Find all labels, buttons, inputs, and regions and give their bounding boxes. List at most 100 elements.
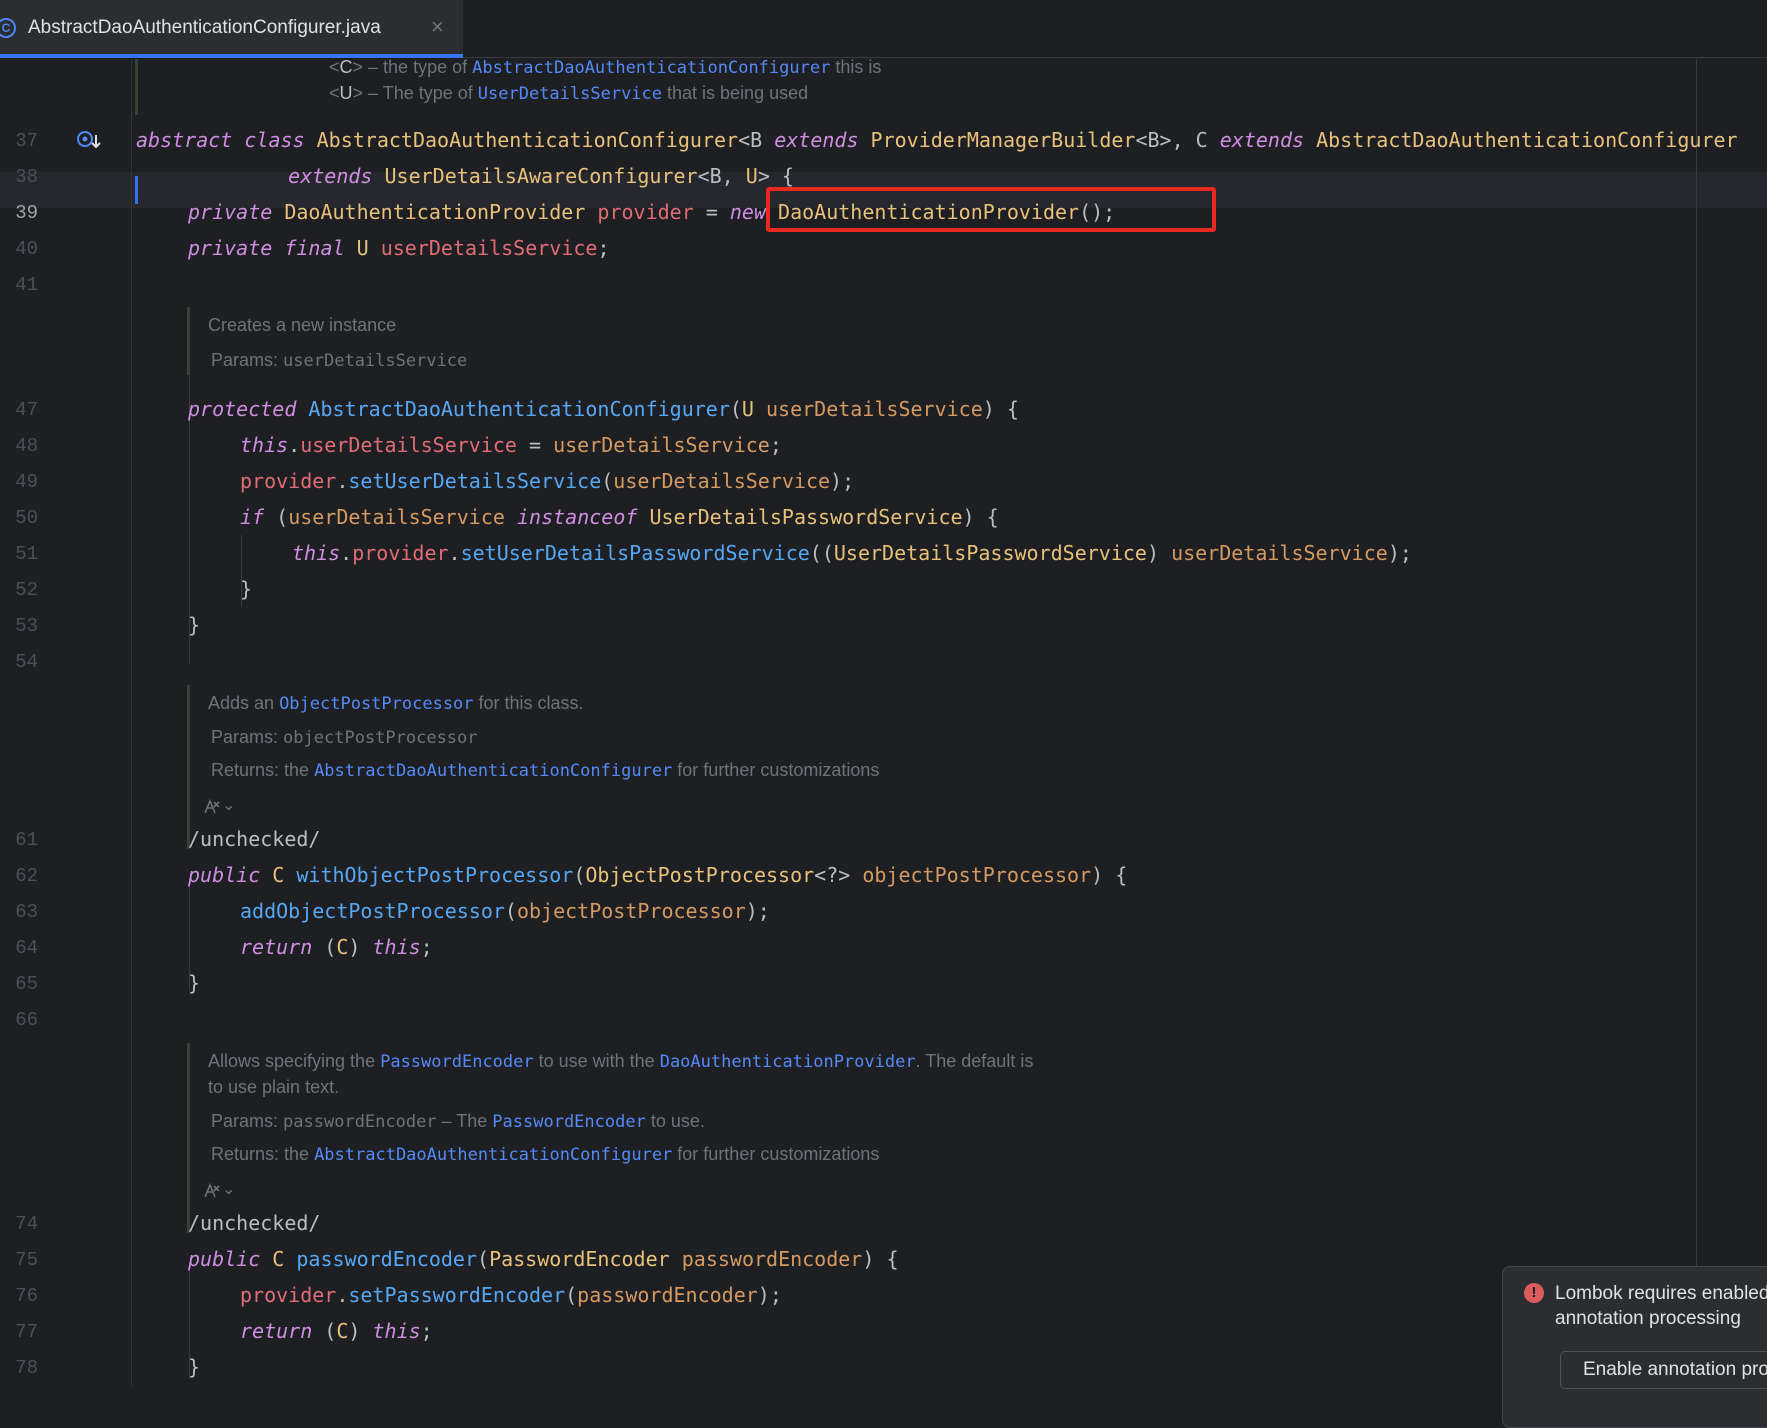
enable-annotation-processing-button[interactable]: Enable annotation processing	[1560, 1351, 1767, 1389]
code-token: (	[312, 935, 337, 959]
line-number: 61	[15, 829, 38, 851]
code-token: passwordEncoder	[681, 1247, 863, 1271]
editor-tab-bar: C AbstractDaoAuthenticationConfigurer.ja…	[0, 0, 1767, 58]
code-token: <B	[738, 128, 775, 152]
code-token: C	[336, 935, 349, 959]
code-line-77: return (C) this;	[240, 1319, 433, 1343]
code-token: ) {	[982, 397, 1019, 421]
code-line-65: }	[188, 971, 200, 995]
code-token: abstract	[136, 128, 233, 152]
code-token: private	[188, 200, 273, 224]
doc-link[interactable]: AbstractDaoAuthenticationConfigurer	[314, 1145, 672, 1165]
code-token: provider	[240, 1283, 337, 1307]
code-line-62: public C withObjectPostProcessor(ObjectP…	[188, 863, 1127, 887]
line-number: 76	[15, 1285, 38, 1307]
code-token: .	[336, 469, 349, 493]
tab-close-icon[interactable]: ×	[431, 14, 444, 40]
code-token: C	[272, 863, 285, 887]
line-number: 48	[15, 435, 38, 457]
line-number: 40	[15, 238, 38, 260]
code-token: public	[188, 863, 261, 887]
code-token: }	[240, 577, 253, 601]
code-token: }	[188, 1355, 201, 1379]
line-number: 63	[15, 901, 38, 923]
code-token: userDetailsService	[288, 505, 505, 529]
doc-top-line1: <C> – the type of AbstractDaoAuthenticat…	[329, 59, 882, 78]
doc-link[interactable]: DaoAuthenticationProvider	[660, 1052, 916, 1072]
code-token: );	[745, 899, 770, 923]
code-token: ProviderManagerBuilder	[870, 128, 1136, 152]
code-token: PasswordEncoder	[489, 1247, 670, 1271]
doc-link[interactable]: AbstractDaoAuthenticationConfigurer	[314, 761, 672, 781]
code-token: <B>, C	[1135, 128, 1220, 152]
code-token: (	[601, 469, 614, 493]
code-token: withObjectPostProcessor	[296, 863, 574, 887]
doc3-params: Params: passwordEncoder – The PasswordEn…	[211, 1111, 705, 1132]
implemented-icon[interactable]	[76, 129, 101, 151]
code-token: UserDetailsAwareConfigurer	[384, 164, 698, 188]
code-token: U	[741, 397, 754, 421]
code-editor[interactable]: <C> – the type of AbstractDaoAuthenticat…	[0, 59, 1767, 1387]
code-token: UserDetailsPasswordService	[649, 505, 963, 529]
code-token: > {	[757, 164, 794, 188]
code-token: (	[729, 397, 742, 421]
code-token: protected	[188, 397, 297, 421]
code-line-37: abstract class AbstractDaoAuthentication…	[136, 128, 1738, 152]
code-line-64: return (C) this;	[240, 935, 433, 959]
code-token: provider	[597, 200, 694, 224]
line-number: 62	[15, 865, 38, 887]
line-number: 39	[15, 202, 38, 224]
tab-label: AbstractDaoAuthenticationConfigurer.java	[28, 17, 381, 38]
doc-comment-bar	[187, 307, 190, 375]
code-token: userDetailsService	[613, 469, 831, 493]
code-token: =	[516, 433, 554, 457]
doc-link[interactable]: ObjectPostProcessor	[279, 694, 473, 714]
code-token: );	[757, 1283, 782, 1307]
doc2-text: Adds an ObjectPostProcessor for this cla…	[208, 693, 584, 714]
change-marker	[135, 176, 138, 204]
code-token: (	[477, 1247, 490, 1271]
doc-link[interactable]: UserDetailsService	[478, 84, 662, 104]
code-token: )	[1146, 541, 1172, 565]
code-line-74: /unchecked/	[188, 1211, 320, 1235]
ai-lens-icon[interactable]: ⌄	[202, 1181, 235, 1205]
doc-top-line2: <U> – The type of UserDetailsService tha…	[329, 83, 809, 104]
code-token: if	[240, 505, 265, 529]
java-class-icon: C	[0, 18, 16, 38]
code-token: C	[272, 1247, 285, 1271]
doc-comment-bar	[187, 685, 190, 849]
line-number: 77	[15, 1321, 38, 1343]
code-token: U	[356, 236, 369, 260]
code-line-50: if (userDetailsService instanceof UserDe…	[240, 505, 999, 529]
lombok-notification[interactable]: ! Lombok requires enabled annotation pro…	[1502, 1266, 1767, 1428]
code-token: objectPostProcessor	[862, 863, 1092, 887]
code-token: userDetailsService	[300, 433, 517, 457]
line-number: 52	[15, 579, 38, 601]
tab-abstractdaoauthenticationconfigurer[interactable]: C AbstractDaoAuthenticationConfigurer.ja…	[0, 0, 463, 58]
doc-link[interactable]: PasswordEncoder	[492, 1112, 646, 1132]
doc-link[interactable]: AbstractDaoAuthenticationConfigurer	[472, 59, 830, 78]
code-line-38: extends UserDetailsAwareConfigurer<B, U>…	[240, 164, 794, 188]
code-token: this	[292, 541, 341, 565]
code-token: ;	[420, 1319, 433, 1343]
code-token: AbstractDaoAuthenticationConfigurer	[316, 128, 739, 152]
code-token: /unchecked/	[188, 827, 321, 851]
line-number: 65	[15, 973, 38, 995]
code-line-49: provider.setUserDetailsService(userDetai…	[240, 469, 854, 493]
code-token: =	[693, 200, 730, 224]
line-number: 66	[15, 1009, 38, 1031]
doc-link[interactable]: PasswordEncoder	[380, 1052, 534, 1072]
ai-lens-icon[interactable]: ⌄	[202, 797, 235, 821]
code-token: userDetailsService	[553, 433, 770, 457]
code-token: return	[240, 1319, 313, 1343]
code-token: setPasswordEncoder	[348, 1283, 566, 1307]
line-number: 54	[15, 651, 38, 673]
